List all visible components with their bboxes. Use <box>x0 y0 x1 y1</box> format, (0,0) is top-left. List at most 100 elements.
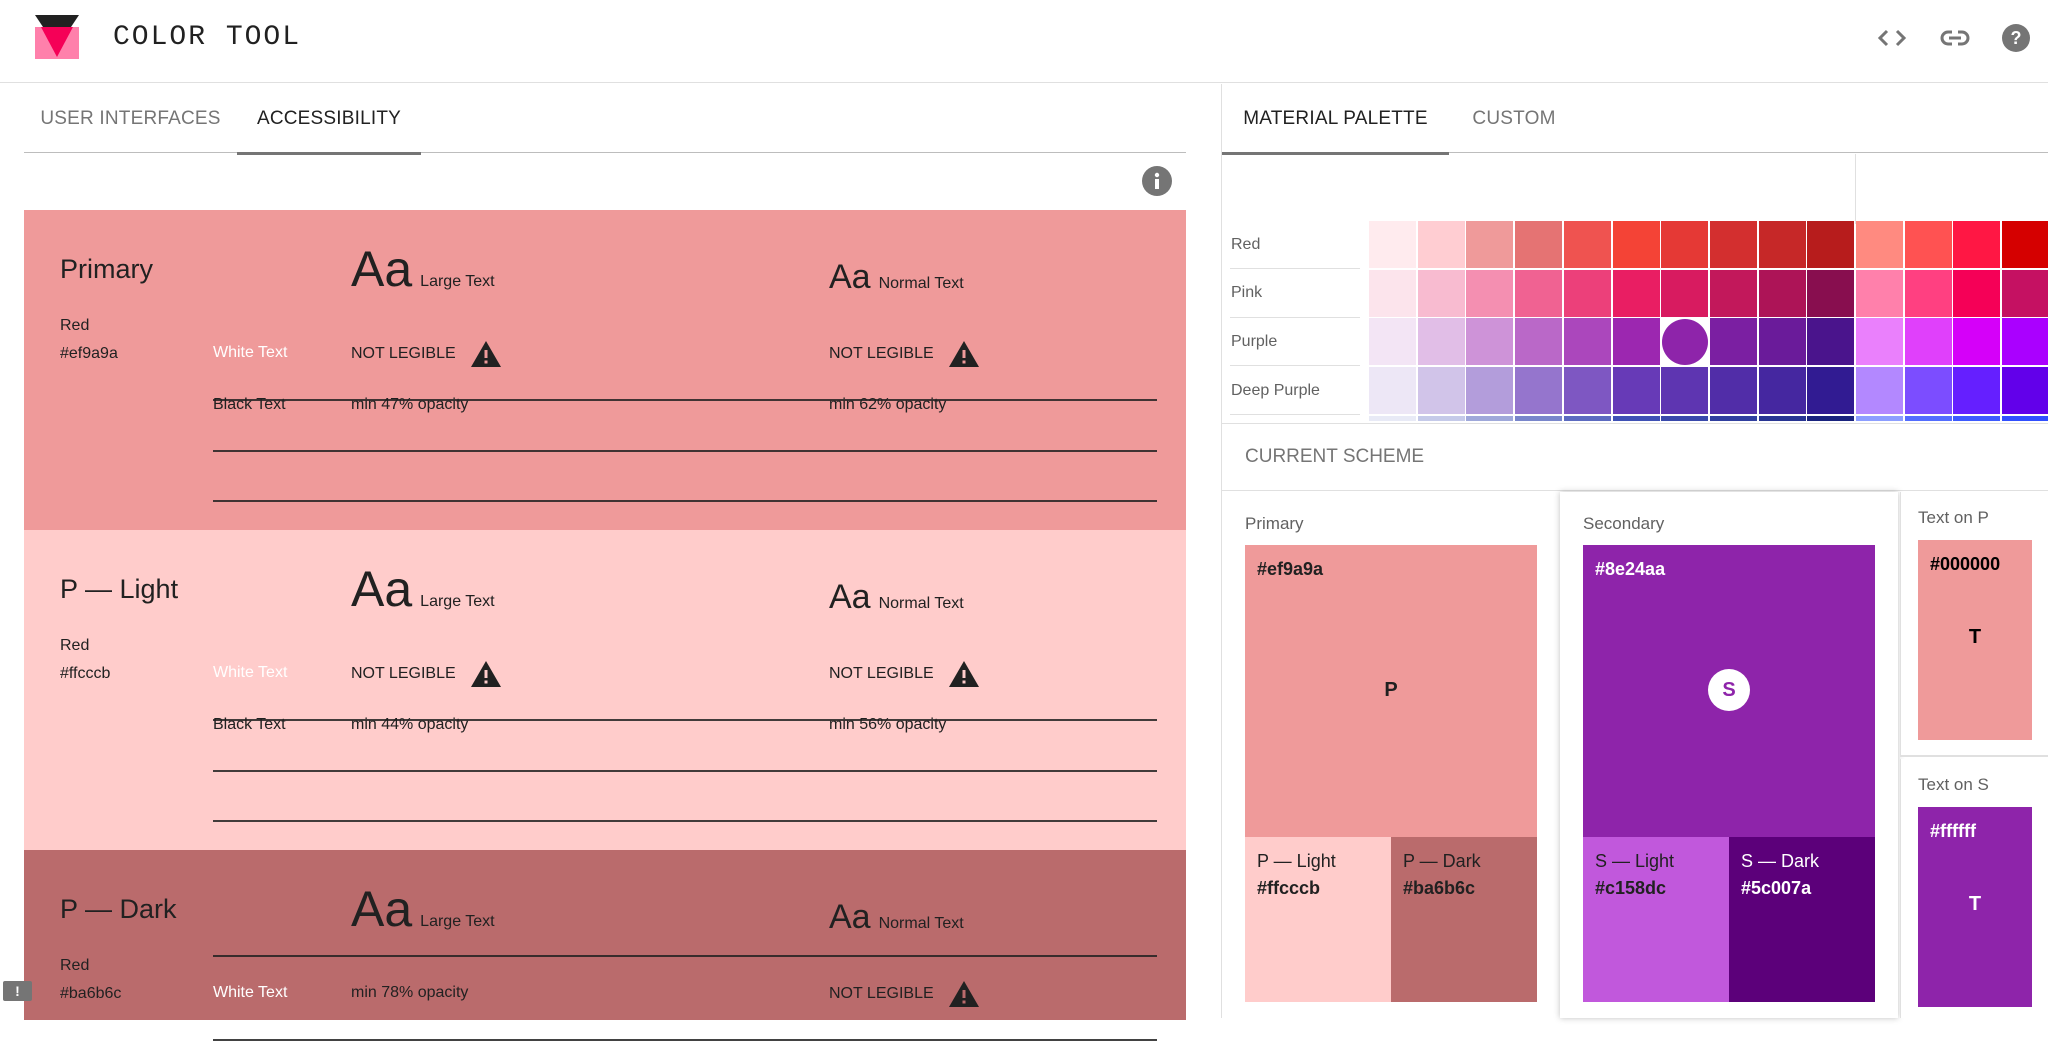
secondary-swatch[interactable]: #8e24aa S <box>1583 545 1875 837</box>
color-swatch[interactable] <box>2002 269 2048 317</box>
color-swatch[interactable] <box>1807 318 1855 366</box>
color-swatch[interactable] <box>1612 367 1660 415</box>
tab-user-interfaces[interactable]: USER INTERFACES <box>24 84 237 153</box>
color-swatch[interactable] <box>1563 269 1611 317</box>
color-swatch[interactable] <box>1661 269 1709 317</box>
color-swatch[interactable] <box>1563 221 1611 268</box>
color-swatch[interactable] <box>1417 318 1465 366</box>
color-swatch[interactable] <box>1417 221 1465 268</box>
color-swatch[interactable] <box>1515 269 1563 317</box>
color-swatch[interactable] <box>1661 318 1709 366</box>
color-swatch[interactable] <box>1466 269 1514 317</box>
white-text-label: White Text <box>213 344 288 361</box>
color-swatch[interactable] <box>1758 221 1806 268</box>
color-swatch[interactable] <box>2002 318 2048 366</box>
color-swatch[interactable] <box>1904 221 1952 268</box>
color-swatch[interactable] <box>1953 318 2001 366</box>
color-swatch[interactable] <box>1807 269 1855 317</box>
color-swatch[interactable] <box>1515 367 1563 415</box>
color-swatch[interactable] <box>1807 367 1855 415</box>
color-swatch[interactable] <box>1515 318 1563 366</box>
color-swatch[interactable] <box>1661 415 1709 421</box>
color-swatch[interactable] <box>1612 318 1660 366</box>
text-on-s-hex: #ffffff <box>1930 821 1976 841</box>
color-swatch[interactable] <box>1758 415 1806 421</box>
color-swatch[interactable] <box>1758 269 1806 317</box>
color-swatch[interactable] <box>1612 221 1660 268</box>
feedback-icon[interactable]: ! <box>3 981 32 1001</box>
color-swatch[interactable] <box>1709 415 1757 421</box>
color-swatch[interactable] <box>1466 221 1514 268</box>
text-on-s-swatch[interactable]: #ffffff T <box>1918 807 2032 1007</box>
color-swatch[interactable] <box>1661 367 1709 415</box>
color-swatch[interactable] <box>1563 415 1611 421</box>
color-swatch[interactable] <box>2002 367 2048 415</box>
color-swatch[interactable] <box>1904 269 1952 317</box>
color-swatch[interactable] <box>1953 367 2001 415</box>
text-on-p-swatch[interactable]: #000000 T <box>1918 540 2032 740</box>
contrast-panel-primary-light: P — Light Red #ffcccb Aa Large Text Aa N… <box>24 530 1186 850</box>
color-swatch[interactable] <box>1466 367 1514 415</box>
color-swatch[interactable] <box>1807 415 1855 421</box>
color-swatch[interactable] <box>1612 269 1660 317</box>
primary-swatch[interactable]: #ef9a9a P <box>1245 545 1537 837</box>
color-swatch[interactable] <box>1953 269 2001 317</box>
palette-row-purple[interactable]: Purple <box>1230 318 1360 367</box>
color-swatch[interactable] <box>1856 269 1903 317</box>
color-swatch[interactable] <box>1466 415 1514 421</box>
primary-hex: #ef9a9a <box>1257 559 1324 579</box>
primary-light-swatch[interactable]: P — Light #ffcccb <box>1245 837 1391 1002</box>
color-swatch[interactable] <box>1369 318 1416 366</box>
color-swatch[interactable] <box>1709 318 1757 366</box>
tab-accessibility[interactable]: ACCESSIBILITY <box>237 84 421 155</box>
palette-row-pink[interactable]: Pink <box>1230 270 1360 318</box>
color-swatch[interactable] <box>1563 367 1611 415</box>
color-swatch[interactable] <box>1953 415 2001 421</box>
secondary-light-swatch[interactable]: S — Light #c158dc <box>1583 837 1729 1002</box>
color-swatch[interactable] <box>1515 221 1563 268</box>
color-swatch[interactable] <box>1612 415 1660 421</box>
color-swatch[interactable] <box>1709 269 1757 317</box>
link-icon[interactable] <box>1939 22 1971 54</box>
color-swatch[interactable] <box>1661 221 1709 268</box>
help-icon[interactable]: ? <box>2000 22 2032 54</box>
color-swatch[interactable] <box>1904 415 1952 421</box>
color-swatch[interactable] <box>1369 269 1416 317</box>
info-icon[interactable] <box>1142 166 1172 196</box>
color-swatch[interactable] <box>1758 318 1806 366</box>
color-swatch[interactable] <box>1709 367 1757 415</box>
color-swatch[interactable] <box>1856 367 1903 415</box>
aa-large: Aa <box>351 241 413 297</box>
secondary-dark-swatch[interactable]: S — Dark #5c007a <box>1729 837 1875 1002</box>
color-swatch[interactable] <box>1856 318 1903 366</box>
app-title: COLOR TOOL <box>113 22 302 53</box>
color-swatch[interactable] <box>1856 221 1903 268</box>
hex-value: #ffcccb <box>60 665 111 682</box>
color-swatch[interactable] <box>1563 318 1611 366</box>
color-swatch[interactable] <box>2002 221 2048 268</box>
color-swatch[interactable] <box>1369 367 1416 415</box>
color-swatch[interactable] <box>1953 221 2001 268</box>
color-swatch[interactable] <box>1369 415 1416 421</box>
primary-dark-swatch[interactable]: P — Dark #ba6b6c <box>1391 837 1537 1002</box>
large-text-sample: Aa Large Text <box>351 884 495 934</box>
color-swatch[interactable] <box>1856 415 1903 421</box>
code-icon[interactable] <box>1876 22 1908 54</box>
palette-row-deep-purple[interactable]: Deep Purple <box>1230 367 1360 416</box>
color-swatch[interactable] <box>1807 221 1855 268</box>
selected-swatch-indicator <box>1662 319 1709 366</box>
color-swatch[interactable] <box>1466 318 1514 366</box>
palette-row-red[interactable]: Red <box>1230 221 1360 269</box>
color-swatch[interactable] <box>1417 367 1465 415</box>
color-swatch[interactable] <box>2002 415 2048 421</box>
color-swatch[interactable] <box>1904 318 1952 366</box>
tab-material-palette[interactable]: MATERIAL PALETTE <box>1222 84 1449 155</box>
color-swatch[interactable] <box>1515 415 1563 421</box>
tab-custom[interactable]: CUSTOM <box>1449 84 1579 153</box>
color-swatch[interactable] <box>1369 221 1416 268</box>
color-swatch[interactable] <box>1417 269 1465 317</box>
color-swatch[interactable] <box>1758 367 1806 415</box>
color-swatch[interactable] <box>1417 415 1465 421</box>
color-swatch[interactable] <box>1904 367 1952 415</box>
color-swatch[interactable] <box>1709 221 1757 268</box>
